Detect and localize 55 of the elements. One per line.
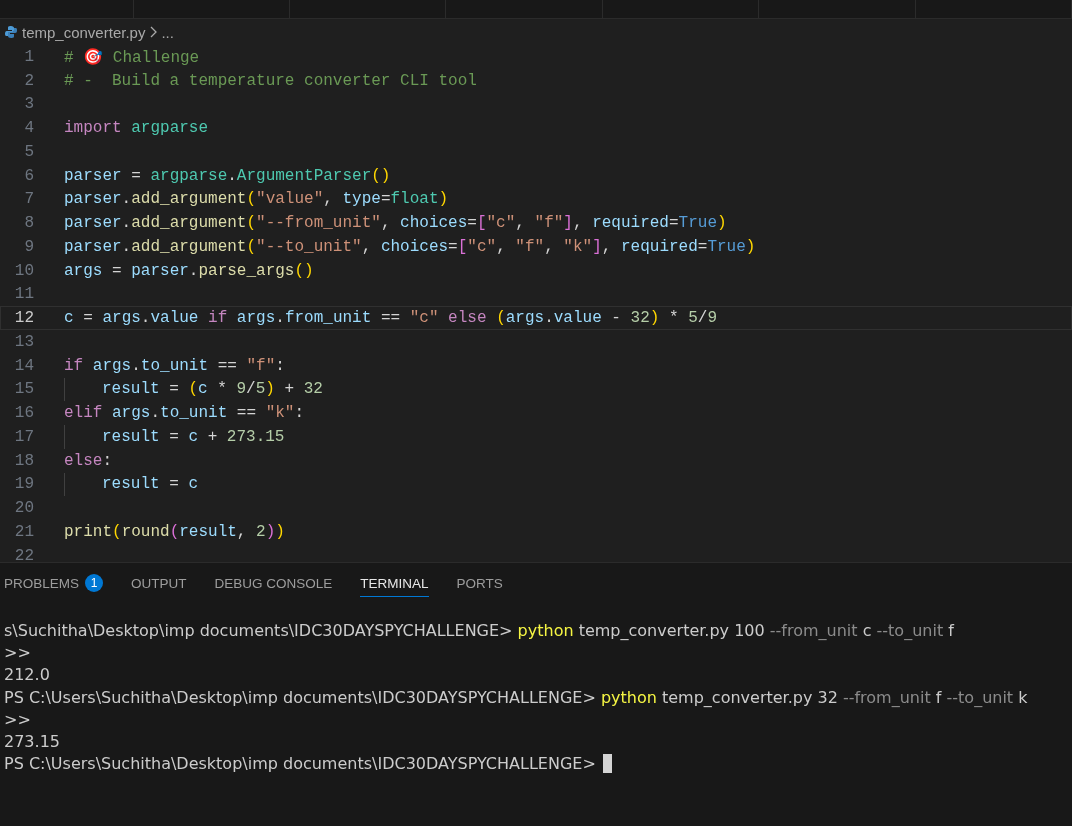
- line-number: 10: [13, 261, 34, 280]
- line-number: 4: [23, 119, 34, 138]
- terminal-line: >>: [4, 709, 31, 729]
- line-number: 3: [23, 95, 34, 114]
- line-number: 17: [13, 427, 34, 446]
- code-line: result = (c * 9/5) + 32: [102, 380, 323, 399]
- line-number: 5: [23, 142, 34, 161]
- line-number: 13: [13, 332, 34, 351]
- code-line: parser.add_argument("value", type=float): [64, 190, 449, 209]
- code-line: # 🎯 Challenge: [64, 47, 200, 67]
- line-number: 18: [13, 451, 34, 470]
- terminal-line: s\Suchitha\Desktop\imp documents\IDC30DAYSPYCHALLENGE> python temp_converter.py 100 --from_unit c --to_unit f: [4, 620, 954, 640]
- line-number: 19: [13, 475, 34, 494]
- code-line: import argparse: [64, 119, 209, 138]
- line-number: 8: [23, 214, 34, 233]
- terminal-line: PS C:\Users\Suchitha\Desktop\imp documents\IDC30DAYSPYCHALLENGE> python temp_converter.py 32 --from_unit f --to_unit k: [4, 687, 1028, 707]
- line-number: 1: [23, 47, 34, 66]
- line-number: 9: [23, 237, 34, 256]
- python-file-icon: [4, 25, 18, 39]
- line-number: 21: [13, 522, 34, 541]
- panel-tab[interactable]: PORTS: [456, 569, 503, 597]
- terminal-line: PS C:\Users\Suchitha\Desktop\imp documents\IDC30DAYSPYCHALLENGE>: [4, 754, 597, 774]
- line-number: 14: [13, 356, 34, 375]
- line-number: 20: [13, 499, 34, 518]
- line-number: 7: [23, 190, 34, 209]
- line-number: 12: [13, 309, 34, 328]
- panel-tab[interactable]: TERMINAL: [360, 569, 429, 597]
- breadcrumb-file[interactable]: temp_converter.py: [22, 23, 146, 41]
- line-number: 15: [13, 380, 34, 399]
- line-number: 16: [13, 404, 34, 423]
- code-line: # - Build a temperature converter CLI tool: [64, 71, 477, 90]
- code-line: print(round(result, 2)): [64, 522, 285, 541]
- terminal-line: >>: [4, 642, 31, 662]
- line-number: 22: [13, 546, 34, 565]
- code-line: parser = argparse.ArgumentParser(): [64, 166, 391, 185]
- code-line: parser.add_argument("--from_unit", choices=["c", "f"], required=True): [64, 214, 727, 233]
- panel-tab[interactable]: DEBUG CONSOLE: [214, 569, 333, 597]
- line-number: 2: [23, 71, 34, 90]
- code-line: c = args.value if args.from_unit == "c" else (args.value - 32) * 5/9: [64, 309, 718, 328]
- code-line: result = c + 273.15: [102, 427, 285, 446]
- line-number: 11: [13, 285, 34, 304]
- breadcrumb-more[interactable]: ...: [161, 23, 174, 41]
- panel-tab[interactable]: PROBLEMS 1: [4, 568, 104, 598]
- terminal-line: 212.0: [4, 665, 50, 685]
- code-line: else:: [64, 451, 112, 470]
- code-line: parser.add_argument("--to_unit", choices=["c", "f", "k"], required=True): [64, 237, 756, 256]
- code-line: args = parser.parse_args(): [64, 261, 314, 280]
- terminal-line: 273.15: [4, 732, 60, 752]
- line-number: 6: [23, 166, 34, 185]
- chevron-right-icon: [149, 26, 158, 38]
- panel-tab[interactable]: OUTPUT: [131, 569, 187, 597]
- code-line: if args.to_unit == "f":: [64, 356, 285, 375]
- problems-count-badge: 1: [85, 574, 104, 592]
- code-line: elif args.to_unit == "k":: [64, 404, 305, 423]
- code-line: result = c: [102, 475, 199, 494]
